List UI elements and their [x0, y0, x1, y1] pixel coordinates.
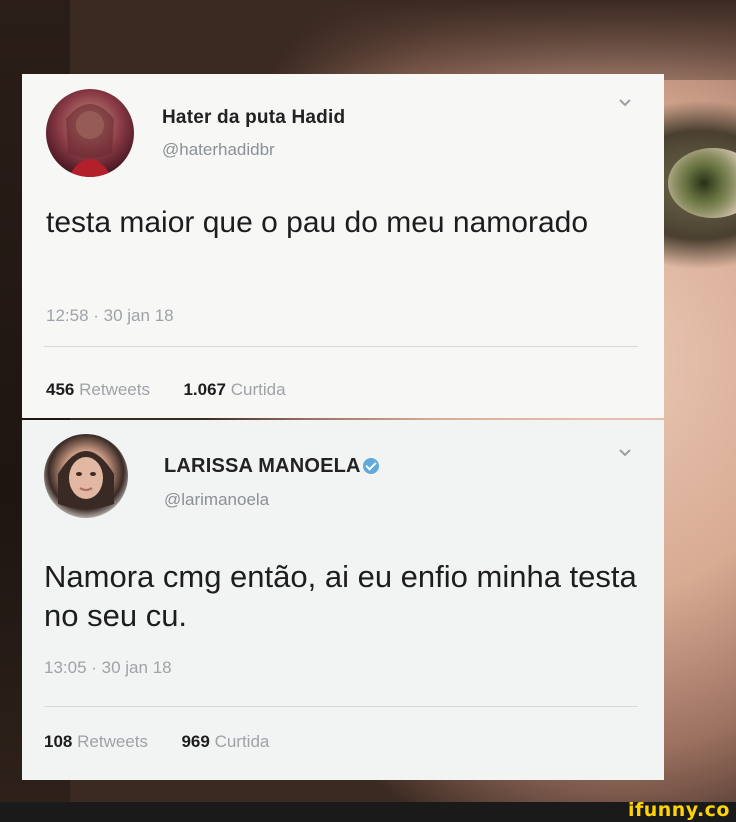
tweet-text: testa maior que o pau do meu namorado — [46, 206, 589, 239]
tweet-card-2[interactable]: LARISSA MANOELA @larimanoela Namora cmg … — [22, 420, 664, 780]
meme-image: Hater da puta Hadid @haterhadidbr testa … — [0, 0, 736, 822]
avatar[interactable] — [46, 89, 134, 177]
tweet-text: Namora cmg então, ai eu enfio minha test… — [44, 559, 637, 633]
ifunny-watermark: ifunny.co — [627, 799, 730, 821]
avatar-portrait-icon — [58, 451, 114, 509]
likes-label[interactable]: Curtida — [231, 380, 286, 399]
chevron-down-icon[interactable] — [618, 446, 632, 460]
retweets-count[interactable]: 108 — [44, 732, 72, 751]
background-eye — [668, 148, 736, 218]
avatar[interactable] — [44, 434, 128, 518]
display-name[interactable]: Hater da puta Hadid — [162, 107, 345, 129]
avatar-portrait-icon — [66, 104, 114, 177]
user-handle[interactable]: @haterhadidbr — [162, 140, 275, 160]
background-hair-top — [0, 0, 736, 80]
display-name[interactable]: LARISSA MANOELA — [164, 455, 379, 478]
user-handle[interactable]: @larimanoela — [164, 490, 269, 510]
display-name-text[interactable]: LARISSA MANOELA — [164, 455, 361, 477]
tweet-card-1[interactable]: Hater da puta Hadid @haterhadidbr testa … — [22, 74, 664, 418]
divider — [44, 346, 638, 347]
tweet-stats: 456 Retweets 1.067 Curtida — [46, 380, 286, 400]
tweet-stats: 108 Retweets 969 Curtida — [44, 732, 269, 752]
likes-count[interactable]: 969 — [181, 732, 209, 751]
verified-badge-icon — [362, 458, 379, 474]
divider — [44, 706, 638, 707]
likes-label[interactable]: Curtida — [215, 732, 270, 751]
tweet-timestamp[interactable]: 12:58 · 30 jan 18 — [46, 306, 174, 326]
footer-bar — [0, 802, 736, 822]
retweets-count[interactable]: 456 — [46, 380, 74, 399]
tweet-timestamp[interactable]: 13:05 · 30 jan 18 — [44, 658, 172, 678]
chevron-down-icon[interactable] — [618, 96, 632, 110]
retweets-label[interactable]: Retweets — [79, 380, 150, 399]
retweets-label[interactable]: Retweets — [77, 732, 148, 751]
likes-count[interactable]: 1.067 — [183, 380, 226, 399]
